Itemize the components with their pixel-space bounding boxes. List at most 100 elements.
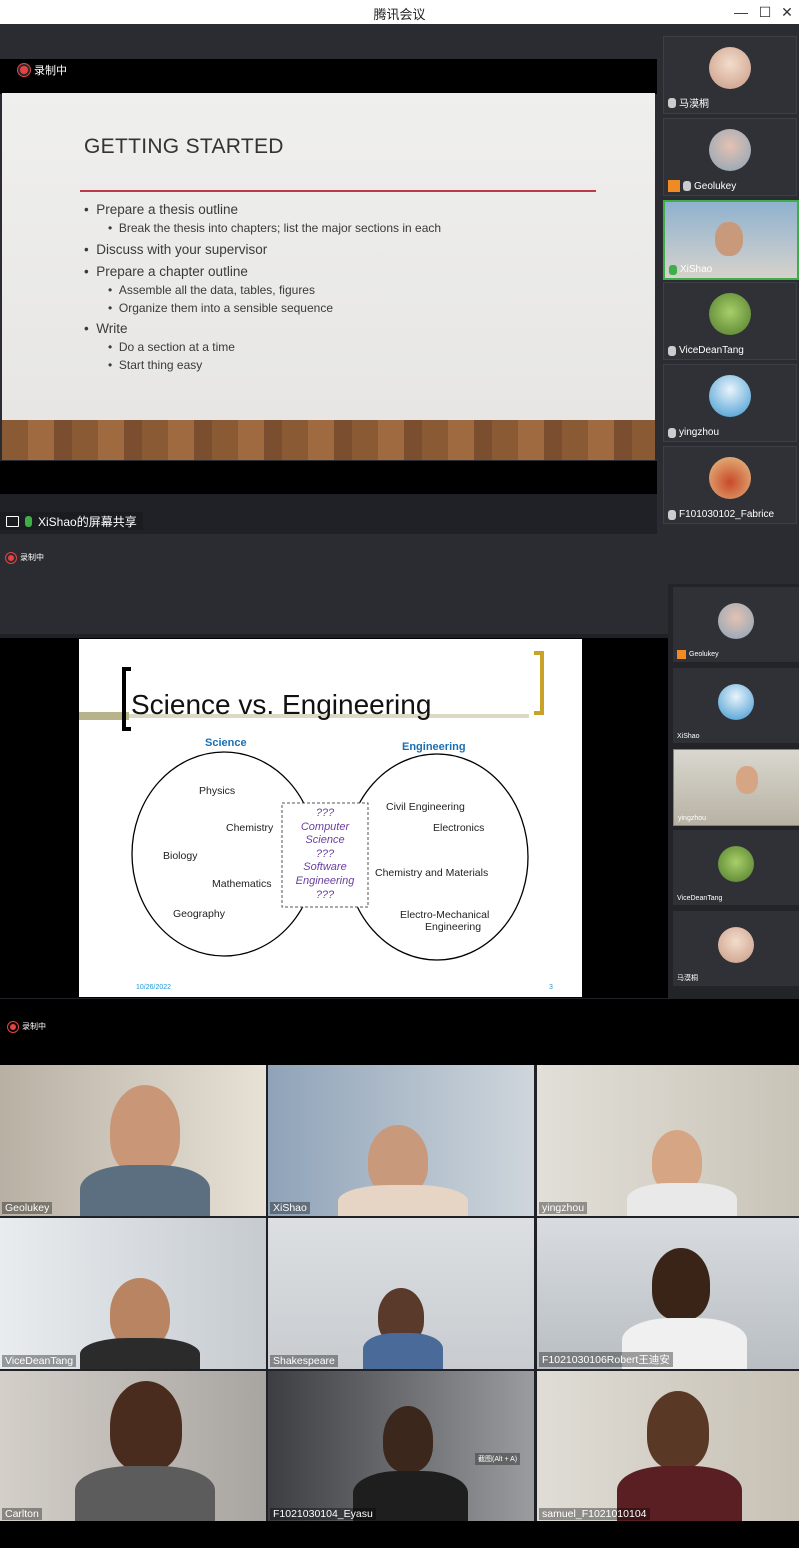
slide-floor-decoration [2,420,655,460]
avatar [718,846,754,882]
sub-bullet: • Organize them into a sensible sequence [108,301,334,315]
video-person [652,1248,710,1320]
video-person [736,766,758,794]
video-tile[interactable]: 截图(Alt + A) F1021030104_Eyasu [268,1371,534,1522]
sub-bullet: • Start thing easy [108,358,203,372]
gallery-header: 录制中 [0,999,799,1065]
host-icon [668,180,680,192]
engineering-item: Civil Engineering [386,801,465,813]
window-title: 腾讯会议 [373,7,426,22]
bottom-bar [0,1521,799,1548]
participant-name: Geolukey [689,651,719,658]
participant-name: XiShao [273,1202,307,1214]
science-item: Chemistry [226,822,274,834]
engineering-item: Electronics [433,822,485,834]
record-icon [8,554,14,561]
participant-tile[interactable]: Geolukey [673,587,799,662]
screen-share-area-2: 录制中 [0,534,668,634]
bullet: • Write [84,321,128,336]
video-person [383,1406,433,1472]
participant-name: yingzhou [542,1202,585,1214]
mic-muted-icon [668,427,676,438]
video-tile[interactable]: XiShao [268,1065,534,1216]
participant-tile[interactable]: F101030102_Fabrice [663,446,797,524]
recording-label: 录制中 [22,1022,46,1031]
sub-bullet: • Assemble all the data, tables, figures [108,283,315,297]
participant-name: yingzhou [678,815,707,822]
maximize-button[interactable]: ☐ [755,2,775,22]
participant-name: XiShao [677,733,700,740]
avatar [709,293,751,335]
avatar [718,684,754,720]
bullet: • Prepare a chapter outline [84,264,248,279]
avatar [718,603,754,639]
recording-indicator: 录制中 [20,62,67,78]
avatar [709,129,751,171]
participant-name: ViceDeanTang [679,345,744,356]
slide-title: Science vs. Engineering [131,689,432,720]
slide-science-vs-engineering: Science vs. Engineering Science Engineer… [79,639,582,997]
participant-name: F1021030106Robert王迪安 [542,1354,670,1366]
participant-tile[interactable]: 马漠桐 [663,36,797,114]
mic-active-icon [25,515,32,527]
science-heading: Science [205,737,247,749]
recording-indicator: 录制中 [10,1021,46,1032]
participant-name: F101030102_Fabrice [679,509,775,520]
recording-label: 录制中 [20,553,44,562]
participant-tile[interactable]: ViceDeanTang [673,830,799,905]
participant-name: ViceDeanTang [5,1355,74,1367]
participant-name: Carlton [5,1508,39,1520]
recording-label: 录制中 [34,65,67,77]
participant-name: 马漠桐 [679,99,709,110]
screen-share-icon [6,515,19,527]
slide-rule [80,190,596,192]
video-gallery: Geolukey XiShao yingzhou ViceDeanTang Sh… [0,1065,799,1522]
video-tile[interactable]: F1021030106Robert王迪安 [537,1218,799,1369]
share-label-text: XiShao的屏幕共享 [38,514,137,529]
recording-indicator: 录制中 [8,552,44,563]
record-icon [20,66,28,74]
participant-name: Geolukey [5,1202,50,1214]
screen-share-label[interactable]: XiShao的屏幕共享 [0,512,143,530]
participant-tile[interactable]: Geolukey [663,118,797,196]
participant-tile[interactable]: ViceDeanTang [663,282,797,360]
video-tile[interactable]: yingzhou [537,1065,799,1216]
slide-getting-started: GETTING STARTED • Prepare a thesis outli… [2,93,655,460]
participant-name: Shakespeare [273,1355,335,1367]
video-tile[interactable]: Geolukey [0,1065,266,1216]
video-tile[interactable]: samuel_F1021010104 [537,1371,799,1522]
video-person [110,1085,180,1175]
engineering-heading: Engineering [402,741,466,753]
close-button[interactable]: ✕ [777,2,797,22]
science-item: Physics [199,785,236,797]
video-tile[interactable]: Carlton [0,1371,266,1522]
science-item: Biology [163,850,198,862]
minimize-button[interactable]: — [731,2,751,22]
sub-bullet: • Break the thesis into chapters; list t… [108,221,442,235]
title-bar: 腾讯会议 — ☐ ✕ [0,0,799,25]
mic-muted-icon [668,345,676,356]
mic-active-icon [669,264,677,275]
participant-tile[interactable]: XiShao [673,668,799,743]
participant-tile-active[interactable]: yingzhou [673,749,799,826]
video-tile[interactable]: Shakespeare [268,1218,534,1369]
slide-title: GETTING STARTED [84,135,284,158]
participant-name: yingzhou [679,427,720,438]
avatar [709,375,751,417]
screenshot-tooltip: 截图(Alt + A) [475,1453,521,1465]
participant-tile[interactable]: yingzhou [663,364,797,442]
participant-tile[interactable]: 马漠桐 [673,911,799,986]
participant-name: XiShao [680,264,713,275]
participant-name: F1021030104_Eyasu [273,1508,373,1520]
science-item: Geography [173,908,225,920]
avatar [709,47,751,89]
participant-tile-active[interactable]: XiShao [663,200,799,280]
mic-muted-icon [668,509,676,520]
video-tile[interactable]: ViceDeanTang [0,1218,266,1369]
host-icon [677,650,686,659]
participant-name: ViceDeanTang [677,895,723,902]
participant-name: 马漠桐 [677,975,698,982]
avatar [718,927,754,963]
engineering-item: Chemistry and Materials [375,867,489,879]
participant-name: samuel_F1021010104 [542,1508,647,1520]
